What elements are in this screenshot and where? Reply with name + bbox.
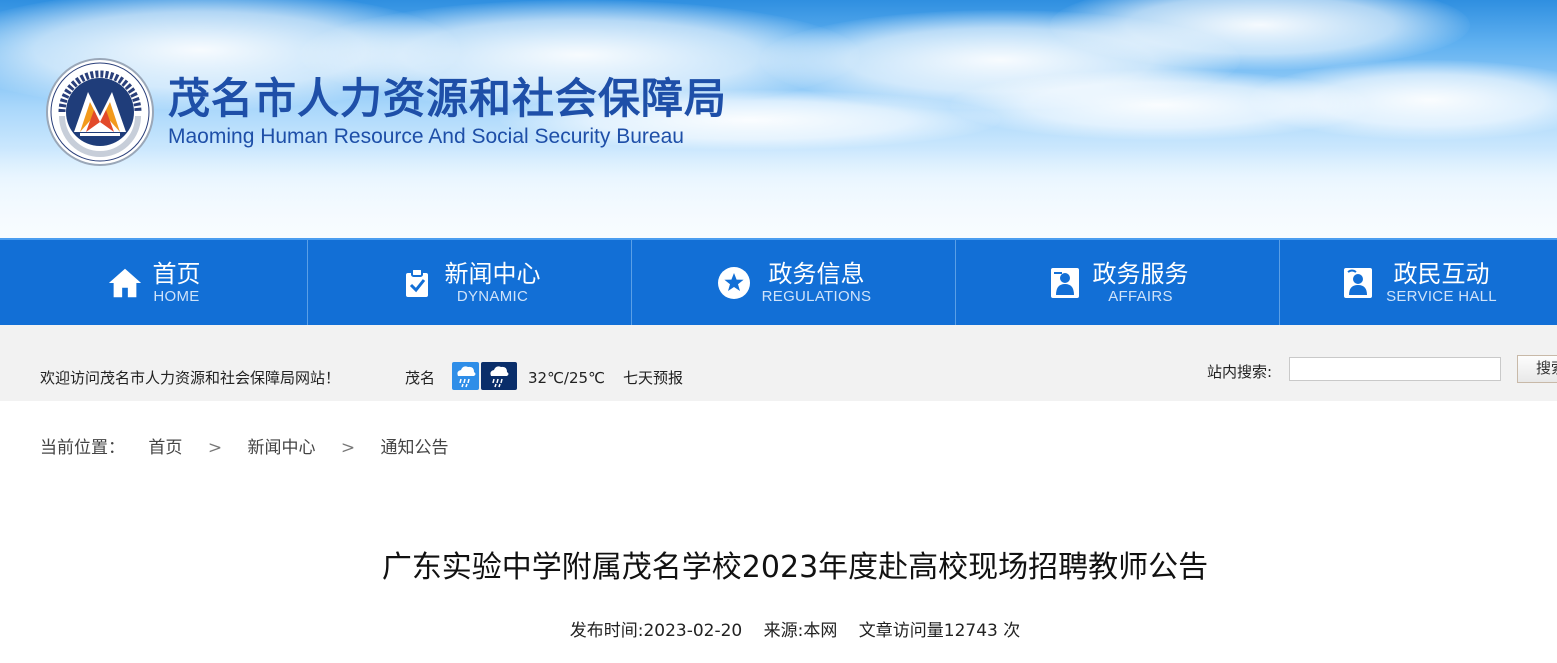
nav-label-en: DYNAMIC	[456, 287, 529, 305]
publish-time: 发布时间:2023-02-20	[569, 621, 743, 641]
search-label: 站内搜索:	[1207, 363, 1273, 381]
nav-label-cn: 政务信息	[768, 259, 865, 288]
breadcrumb: 当前位置： 首页 > 新闻中心 > 通知公告	[40, 437, 449, 459]
weather-city: 茂名	[405, 369, 436, 387]
nav-label-en: SERVICE HALL	[1386, 287, 1497, 305]
home-icon	[107, 265, 143, 301]
service-person-icon	[1047, 265, 1083, 301]
search-button[interactable]: 搜索	[1517, 355, 1557, 383]
breadcrumb-home[interactable]: 首页	[148, 437, 182, 459]
interaction-person-icon	[1340, 265, 1376, 301]
header-banner: 茂名市人力资源和社会保障局 Maoming Human Resource And…	[0, 0, 1557, 238]
nav-label-cn: 政务服务	[1092, 259, 1189, 288]
nav-label-en: AFFAIRS	[1108, 287, 1173, 305]
bureau-logo[interactable]	[44, 56, 156, 168]
view-count: 文章访问量12743 次	[858, 621, 1021, 641]
breadcrumb-separator: >	[340, 438, 356, 458]
nav-item-regulations[interactable]: 政务信息 REGULATIONS	[632, 240, 956, 325]
nav-item-service-hall[interactable]: 政民互动 SERVICE HALL	[1280, 240, 1557, 325]
breadcrumb-separator: >	[207, 438, 223, 458]
seven-day-forecast-link[interactable]: 七天预报	[623, 368, 683, 388]
article-source: 来源:本网	[763, 621, 838, 641]
nav-label-cn: 新闻中心	[444, 259, 541, 288]
site-title-cn: 茂名市人力资源和社会保障局	[168, 74, 728, 123]
nav-label-en: HOME	[153, 287, 200, 305]
star-circle-icon	[716, 265, 752, 301]
breadcrumb-news-center[interactable]: 新闻中心	[247, 437, 315, 459]
temperature-text: 32℃/25℃	[528, 369, 605, 387]
nav-item-affairs[interactable]: 政务服务 AFFAIRS	[956, 240, 1280, 325]
nav-item-home[interactable]: 首页 HOME	[0, 240, 308, 325]
breadcrumb-label: 当前位置：	[40, 438, 125, 458]
nav-label-cn: 政民互动	[1393, 259, 1490, 288]
night-rain-weather-icon	[481, 362, 517, 390]
nav-item-dynamic[interactable]: 新闻中心 DYNAMIC	[308, 240, 632, 325]
article-meta: 发布时间:2023-02-20 来源:本网 文章访问量12743 次	[0, 620, 1557, 642]
site-search-input[interactable]	[1289, 357, 1501, 381]
article-title: 广东实验中学附属茂名学校2023年度赴高校现场招聘教师公告	[381, 550, 1209, 585]
welcome-text: 欢迎访问茂名市人力资源和社会保障局网站！	[40, 369, 341, 387]
info-bar: 欢迎访问茂名市人力资源和社会保障局网站！ 茂名 32℃/25℃ 七天预报 站内搜…	[0, 325, 1557, 401]
breadcrumb-notices[interactable]: 通知公告	[381, 437, 449, 459]
nav-label-en: REGULATIONS	[761, 287, 872, 305]
nav-label-cn: 首页	[152, 259, 201, 288]
site-title-en: Maoming Human Resource And Social Securi…	[168, 125, 684, 148]
main-nav: 首页 HOME 新闻中心 DYNAMIC 政务信息 REGULATIONS 政务…	[0, 238, 1557, 325]
clipboard-check-icon	[399, 265, 435, 301]
rain-weather-icon	[452, 362, 479, 390]
